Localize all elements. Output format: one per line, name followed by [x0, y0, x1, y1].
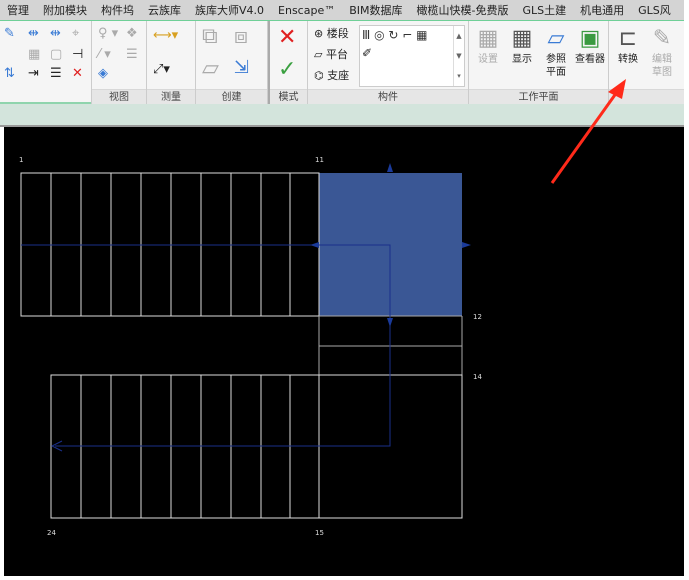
grip-arrow-right-icon — [462, 242, 471, 248]
riser-label: 11 — [315, 156, 324, 164]
riser-label: 1 — [19, 156, 23, 164]
grip-arrow-left-icon — [310, 242, 319, 248]
annotation-arrow-icon — [550, 79, 626, 184]
grip-arrow-down-icon — [387, 318, 393, 327]
riser-label: 24 — [47, 529, 56, 537]
riser-label: 12 — [473, 313, 482, 321]
grip-arrow-up-icon — [387, 163, 393, 172]
stair-drawing: 1 11 12 14 24 15 — [19, 79, 626, 537]
riser-label: 15 — [315, 529, 324, 537]
riser-label: 14 — [473, 373, 482, 381]
